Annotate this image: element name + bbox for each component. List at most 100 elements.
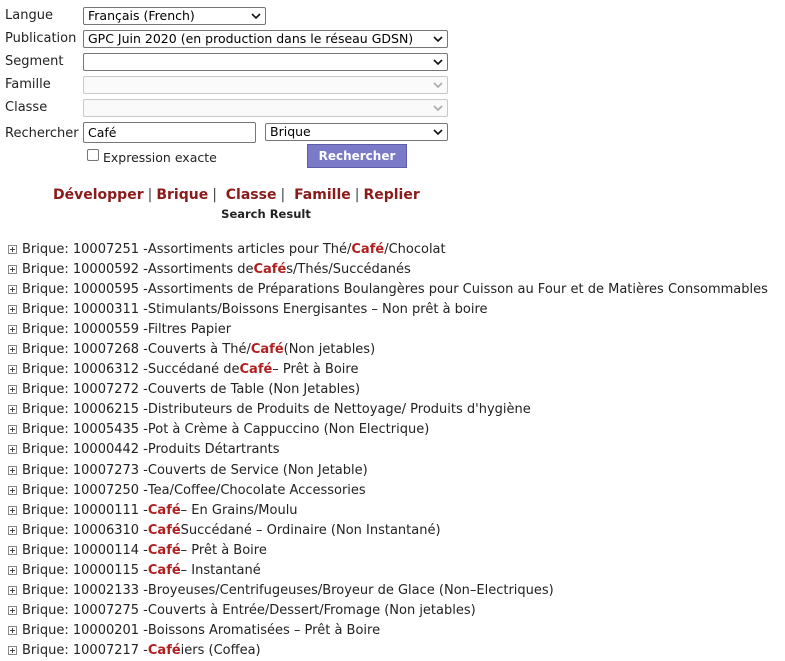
expand-plus-icon[interactable] <box>8 606 17 616</box>
chevron-down-icon <box>432 124 444 140</box>
expand-plus-icon[interactable] <box>8 365 17 375</box>
expand-plus-icon[interactable] <box>8 505 17 515</box>
result-code: Brique: 10007251 - <box>22 241 148 257</box>
expand-plus-icon[interactable] <box>8 485 17 495</box>
result-row[interactable]: Brique: 10000559 - Filtres Papier <box>8 319 768 339</box>
expand-plus-icon[interactable] <box>8 324 17 334</box>
result-row[interactable]: Brique: 10000115 - Café – Instantané <box>8 561 768 581</box>
publication-select-value: GPC Juin 2020 (en production dans le rés… <box>88 31 414 46</box>
expand-plus-icon[interactable] <box>8 284 17 294</box>
result-row[interactable]: Brique: 10007273 - Couverts de Service (… <box>8 460 768 480</box>
expand-plus-icon[interactable] <box>8 586 17 596</box>
result-row[interactable]: Brique: 10000595 - Assortiments de Prépa… <box>8 279 768 299</box>
result-text: s/Thés/Succédanés <box>286 261 411 277</box>
expand-plus-icon[interactable] <box>8 405 17 415</box>
chevron-down-icon <box>432 100 444 116</box>
expand-plus-icon[interactable] <box>8 445 17 455</box>
result-row[interactable]: Brique: 10000111 - Café – En Grains/Moul… <box>8 500 768 520</box>
result-text: – En Grains/Moulu <box>180 502 298 518</box>
expand-plus-icon[interactable] <box>8 465 17 475</box>
result-highlight: Café <box>147 542 181 558</box>
result-row[interactable]: Brique: 10000114 - Café – Prêt à Boire <box>8 540 768 560</box>
result-highlight: Café <box>147 502 181 518</box>
result-row[interactable]: Brique: 10006215 - Distributeurs de Prod… <box>8 400 768 420</box>
result-code: Brique: 10005435 - <box>22 422 148 438</box>
result-highlight: Café <box>253 261 287 277</box>
result-text: Assortiments articles pour Thé/ <box>147 241 352 257</box>
result-row[interactable]: Brique: 10007275 - Couverts à Entrée/Des… <box>8 601 768 621</box>
result-code: Brique: 10000559 - <box>22 321 148 337</box>
classe-link[interactable]: Classe <box>226 187 277 203</box>
expand-plus-icon[interactable] <box>8 646 17 656</box>
result-highlight: Café <box>351 241 385 257</box>
result-row[interactable]: Brique: 10000442 - Produits Détartrants <box>8 440 768 460</box>
chevron-down-icon <box>432 77 444 93</box>
result-text: Filtres Papier <box>147 321 232 337</box>
separator: | <box>212 187 217 203</box>
result-highlight: Café <box>250 342 284 358</box>
expand-plus-icon[interactable] <box>8 425 17 435</box>
result-row[interactable]: Brique: 10000311 - Stimulants/Boissons E… <box>8 299 768 319</box>
result-code: Brique: 10007250 - <box>22 482 148 498</box>
result-text: Succédané de <box>147 362 240 378</box>
result-code: Brique: 10000114 - <box>22 542 148 558</box>
result-row[interactable]: Brique: 10006310 - Café Succédané – Ordi… <box>8 520 768 540</box>
exact-match-label: Expression exacte <box>103 150 217 165</box>
expand-plus-icon[interactable] <box>8 304 17 314</box>
collapse-all-link[interactable]: Replier <box>363 187 419 203</box>
result-row[interactable]: Brique: 10007272 - Couverts de Table (No… <box>8 380 768 400</box>
search-button[interactable]: Rechercher <box>307 144 407 168</box>
segment-select[interactable] <box>83 53 448 71</box>
result-code: Brique: 10000115 - <box>22 563 148 579</box>
result-text: /Chocolat <box>384 241 446 257</box>
result-code: Brique: 10002133 - <box>22 583 148 599</box>
result-code: Brique: 10007217 - <box>22 643 148 659</box>
search-result-title: Search Result <box>221 207 311 221</box>
rechercher-label: Rechercher <box>5 126 79 141</box>
result-text: Produits Détartrants <box>147 442 280 458</box>
result-row[interactable]: Brique: 10006312 - Succédané de Café – P… <box>8 360 768 380</box>
result-code: Brique: 10007268 - <box>22 342 148 358</box>
result-row[interactable]: Brique: 10002133 - Broyeuses/Centrifugeu… <box>8 581 768 601</box>
expand-plus-icon[interactable] <box>8 385 17 395</box>
result-text: Distributeurs de Produits de Nettoyage/ … <box>147 402 531 418</box>
expand-plus-icon[interactable] <box>8 345 17 355</box>
result-code: Brique: 10000311 - <box>22 301 148 317</box>
expand-plus-icon[interactable] <box>8 566 17 576</box>
publication-select[interactable]: GPC Juin 2020 (en production dans le rés… <box>83 30 448 48</box>
publication-label: Publication <box>5 31 77 46</box>
result-text: – Prêt à Boire <box>272 362 359 378</box>
result-row[interactable]: Brique: 10000592 - Assortiments de Café s… <box>8 259 768 279</box>
result-row[interactable]: Brique: 10007250 - Tea/Coffee/Chocolate … <box>8 480 768 500</box>
brique-link[interactable]: Brique <box>156 187 208 203</box>
classe-label: Classe <box>5 100 48 115</box>
famille-link[interactable]: Famille <box>294 187 351 203</box>
level-select-value: Brique <box>270 124 311 139</box>
result-code: Brique: 10007275 - <box>22 603 148 619</box>
result-row[interactable]: Brique: 10007217 - Café iers (Coffea) <box>8 641 768 661</box>
result-row[interactable]: Brique: 10000201 - Boissons Aromatisées … <box>8 621 768 641</box>
result-text: Pot à Crème à Cappuccino (Non Electrique… <box>147 422 430 438</box>
result-code: Brique: 10000201 - <box>22 623 148 639</box>
expand-all-link[interactable]: Développer <box>53 187 144 203</box>
exact-match-checkbox[interactable] <box>87 149 99 161</box>
expand-plus-icon[interactable] <box>8 545 17 555</box>
expand-plus-icon[interactable] <box>8 525 17 535</box>
result-text: Couverts de Table (Non Jetables) <box>147 382 361 398</box>
expand-plus-icon[interactable] <box>8 626 17 636</box>
result-text: Boissons Aromatisées – Prêt à Boire <box>147 623 381 639</box>
results-tree: Brique: 10007251 - Assortiments articles… <box>8 239 768 661</box>
result-row[interactable]: Brique: 10005435 - Pot à Crème à Cappucc… <box>8 420 768 440</box>
result-code: Brique: 10000111 - <box>22 502 148 518</box>
expand-plus-icon[interactable] <box>8 244 17 254</box>
langue-label: Langue <box>5 8 53 23</box>
result-code: Brique: 10000592 - <box>22 261 148 277</box>
search-input[interactable]: Café <box>83 122 256 143</box>
result-row[interactable]: Brique: 10007268 - Couverts à Thé/Café (… <box>8 339 768 359</box>
langue-select-value: Français (French) <box>88 8 195 23</box>
tree-controls: Développer | Brique | Classe | Famille | Repli… <box>53 187 420 203</box>
expand-plus-icon[interactable] <box>8 264 17 274</box>
langue-select[interactable]: Français (French) <box>83 7 266 25</box>
result-row[interactable]: Brique: 10007251 - Assortiments articles… <box>8 239 768 259</box>
level-select[interactable]: Brique <box>265 123 448 141</box>
